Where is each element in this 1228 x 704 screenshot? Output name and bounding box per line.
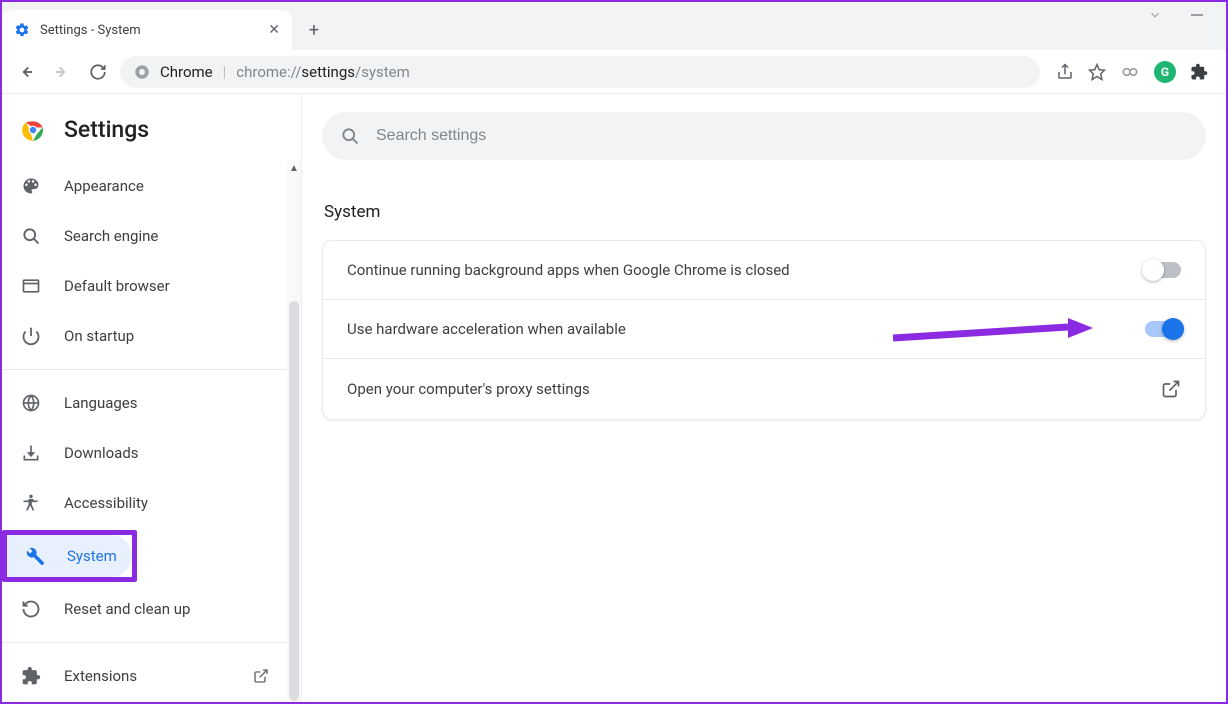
forward-button[interactable]	[48, 58, 76, 86]
scroll-up-icon[interactable]: ▲	[289, 163, 299, 174]
search-icon	[340, 126, 360, 146]
omnibox-url-mid: settings	[301, 63, 355, 81]
chevron-down-icon[interactable]	[1148, 8, 1162, 22]
grammarly-extension-icon[interactable]: G	[1154, 61, 1176, 83]
share-icon[interactable]	[1056, 63, 1074, 81]
sidebar-item-label: Search engine	[64, 227, 158, 245]
sidebar-divider	[2, 642, 287, 643]
sidebar-item-label: Accessibility	[64, 494, 148, 512]
settings-main: System Continue running background apps …	[302, 94, 1226, 702]
address-bar[interactable]: Chrome | chrome://settings/system	[120, 56, 1040, 88]
sidebar-item-languages[interactable]: Languages	[2, 378, 287, 428]
download-icon	[20, 443, 42, 463]
sidebar-item-extensions[interactable]: Extensions	[2, 651, 287, 701]
sidebar-item-label: System	[67, 547, 117, 565]
browser-tab[interactable]: Settings - System ✕	[2, 10, 292, 50]
sidebar-item-label: On startup	[64, 327, 134, 345]
sidebar-scrollbar[interactable]: ▲	[287, 161, 301, 702]
sidebar-item-appearance[interactable]: Appearance	[2, 161, 287, 211]
accessibility-icon	[20, 493, 42, 513]
sidebar-item-label: Languages	[64, 394, 138, 412]
sidebar-item-search-engine[interactable]: Search engine	[2, 211, 287, 261]
sidebar-item-label: Reset and clean up	[64, 600, 190, 618]
restore-icon	[20, 599, 42, 619]
row-label: Open your computer's proxy settings	[347, 380, 590, 398]
omnibox-prefix: Chrome	[160, 63, 213, 81]
globe-icon	[20, 393, 42, 413]
row-label: Use hardware acceleration when available	[347, 320, 626, 338]
annotation-arrow	[893, 318, 1093, 348]
omnibox-url-scheme: chrome://	[236, 63, 301, 81]
sidebar-item-system[interactable]: System	[7, 535, 132, 577]
sidebar-item-downloads[interactable]: Downloads	[2, 428, 287, 478]
search-settings-box[interactable]	[322, 112, 1206, 160]
browser-window-icon	[20, 276, 42, 296]
omnibox-url-end: /system	[355, 63, 410, 81]
open-external-icon	[253, 668, 269, 684]
bookmark-star-icon[interactable]	[1088, 63, 1106, 81]
tab-title: Settings - System	[40, 23, 141, 38]
sidebar-item-reset[interactable]: Reset and clean up	[2, 584, 287, 634]
background-apps-toggle[interactable]	[1145, 262, 1181, 278]
new-tab-button[interactable]: +	[298, 14, 330, 46]
row-hardware-acceleration[interactable]: Use hardware acceleration when available	[323, 299, 1205, 358]
close-tab-icon[interactable]: ✕	[268, 22, 280, 38]
back-button[interactable]	[12, 58, 40, 86]
omnibox-divider: |	[223, 63, 227, 81]
hardware-acceleration-toggle[interactable]	[1145, 321, 1181, 337]
sidebar-item-default-browser[interactable]: Default browser	[2, 261, 287, 311]
puzzle-icon	[20, 666, 42, 686]
section-title: System	[324, 202, 1206, 222]
row-label: Continue running background apps when Go…	[347, 261, 790, 279]
toolbar-actions: G	[1048, 61, 1216, 83]
palette-icon	[20, 176, 42, 196]
search-settings-input[interactable]	[376, 127, 1188, 145]
chrome-logo-icon	[20, 117, 46, 143]
extensions-puzzle-icon[interactable]	[1190, 63, 1208, 81]
settings-title: Settings	[64, 116, 149, 143]
sidebar-item-label: Downloads	[64, 444, 139, 462]
power-icon	[20, 326, 42, 346]
gear-icon	[14, 22, 30, 38]
sidebar-item-label: Extensions	[64, 667, 137, 685]
window-controls	[1148, 2, 1226, 22]
system-settings-card: Continue running background apps when Go…	[322, 240, 1206, 420]
browser-toolbar: Chrome | chrome://settings/system G	[2, 50, 1226, 94]
sidebar-item-accessibility[interactable]: Accessibility	[2, 478, 287, 528]
wrench-icon	[25, 546, 45, 566]
sidebar-item-on-startup[interactable]: On startup	[2, 311, 287, 361]
window-tabstrip: Settings - System ✕ +	[2, 2, 1226, 50]
search-icon	[20, 226, 42, 246]
site-icon	[134, 64, 150, 80]
reload-button[interactable]	[84, 58, 112, 86]
link-extension-icon[interactable]	[1120, 62, 1140, 82]
row-background-apps[interactable]: Continue running background apps when Go…	[323, 241, 1205, 299]
sidebar-item-label: Default browser	[64, 277, 170, 295]
minimize-icon[interactable]	[1190, 8, 1204, 22]
sidebar-divider	[2, 369, 287, 370]
row-proxy-settings[interactable]: Open your computer's proxy settings	[323, 358, 1205, 419]
settings-sidebar: Settings ▲ Appearance Search engine Defa…	[2, 94, 302, 702]
open-external-icon	[1161, 379, 1181, 399]
sidebar-item-label: Appearance	[64, 177, 144, 195]
scrollbar-thumb[interactable]	[289, 301, 299, 701]
